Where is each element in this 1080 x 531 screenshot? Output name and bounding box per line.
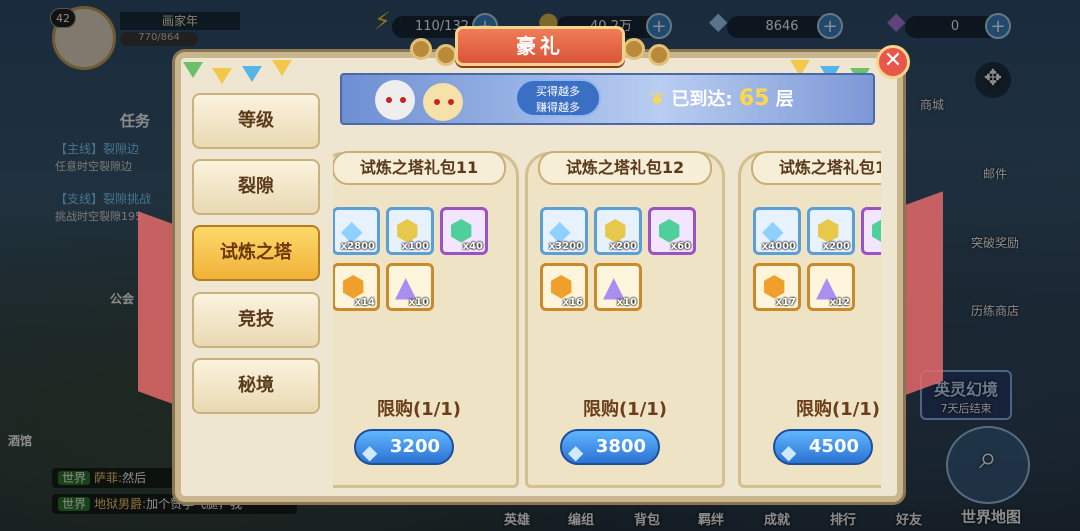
close-icon: ✕ [883, 48, 903, 73]
gift-card-title: 试炼之塔礼包11 [333, 151, 506, 185]
ore-icon: ⬢ [341, 270, 366, 303]
diamond-icon: ◆ [362, 440, 378, 464]
gift-card: 试炼之塔礼包13 ◆x4000 ⬢x200 ⬢x80 ⬢x17 ▲x12 限购(… [738, 151, 881, 488]
close-button[interactable]: ✕ [876, 45, 910, 79]
bunting-flag [183, 62, 203, 78]
amber-ore-item[interactable]: ⬢ x16 [540, 263, 588, 311]
reached-prefix: 已到达: [671, 89, 733, 110]
promo-line-2: 赚得越多 [536, 101, 580, 114]
item-count: x200 [609, 241, 637, 252]
characters-illustration [375, 80, 463, 121]
bunting-flag [242, 66, 262, 82]
gear-icon [410, 38, 432, 60]
item-count: x4000 [761, 241, 796, 252]
gear-icon [648, 44, 670, 66]
diamond-icon: ◆ [341, 214, 363, 247]
price: 3200 [389, 436, 440, 457]
diamond-icon: ◆ [549, 214, 571, 247]
gold-ore-item[interactable]: ⬢ x100 [386, 207, 434, 255]
ore-icon: ⬢ [549, 270, 574, 303]
buy-button[interactable]: ◆ 3800 [560, 429, 660, 465]
promo-bubble: 买得越多 赚得越多 [515, 79, 601, 117]
diamond-item[interactable]: ◆ x2800 [333, 207, 380, 255]
tab-level[interactable]: 等级 [192, 93, 320, 149]
crystal-cluster-icon: ▲ [816, 270, 838, 303]
item-count: x14 [354, 297, 375, 308]
ore-icon: ⬢ [762, 270, 787, 303]
amber-ore-item[interactable]: ⬢ x14 [333, 263, 380, 311]
reached-level-text: ❦ 已到达: 65 层 [650, 85, 850, 115]
dialog-title: 豪礼 [455, 26, 625, 66]
ore-icon: ⬢ [816, 214, 841, 247]
diamond-icon: ◆ [568, 440, 584, 464]
gift-card-title: 试炼之塔礼包12 [538, 151, 712, 185]
crystal-cluster-icon: ▲ [603, 270, 625, 303]
gift-card: 试炼之塔礼包11 ◆ x2800 ⬢ x100 ⬢ x40 ⬢ x14 ▲ x10 限购(… [333, 151, 519, 488]
laurel-icon: ❦ [650, 89, 666, 110]
item-count: x16 [562, 297, 583, 308]
diamond-icon: ◆ [781, 440, 797, 464]
crystal-item[interactable]: ▲ x10 [594, 263, 642, 311]
gift-card-title: 试炼之塔礼包13 [751, 151, 881, 185]
gift-card: 试炼之塔礼包12 ◆ x3200 ⬢ x200 ⬢ x60 ⬢ x16 ▲ x10 限购(… [525, 151, 725, 488]
jade-ore-item[interactable]: ⬢x80 [861, 207, 881, 255]
price: 3800 [595, 436, 646, 457]
ore-icon: ⬢ [395, 214, 420, 247]
item-count: x200 [822, 241, 850, 252]
diamond-icon: ◆ [762, 214, 784, 247]
item-count: x17 [775, 297, 796, 308]
gold-ore-item[interactable]: ⬢ x200 [807, 207, 855, 255]
item-count: x10 [616, 297, 637, 308]
crystal-cluster-icon: ▲ [395, 270, 417, 303]
gear-icon [435, 44, 457, 66]
purchase-limit: 限购(1/1) [795, 399, 881, 420]
diamond-item[interactable]: ◆ x4000 [753, 207, 801, 255]
item-count: x3200 [548, 241, 583, 252]
item-count: x10 [408, 297, 429, 308]
reached-level: 65 [738, 86, 770, 111]
ore-icon: ⬢ [449, 214, 474, 247]
banner-characters [365, 76, 475, 122]
promo-line-1: 买得越多 [536, 85, 580, 98]
diamond-item[interactable]: ◆ x3200 [540, 207, 588, 255]
item-count: x100 [401, 241, 429, 252]
item-count: x60 [670, 241, 691, 252]
tab-arena[interactable]: 竞技 [192, 292, 320, 348]
price: 4500 [808, 436, 859, 457]
tab-rift[interactable]: 裂隙 [192, 159, 320, 215]
amber-ore-item[interactable]: ⬢ x17 [753, 263, 801, 311]
ore-icon: ⬢ [603, 214, 628, 247]
buy-button[interactable]: ◆ 4500 [773, 429, 873, 465]
buy-button[interactable]: ◆ 3200 [354, 429, 454, 465]
item-count: x2800 [340, 241, 375, 252]
jade-ore-item[interactable]: ⬢ x40 [440, 207, 488, 255]
tab-secret-realm[interactable]: 秘境 [192, 358, 320, 414]
reached-suffix: 层 [775, 89, 794, 110]
purchase-limit: 限购(1/1) [582, 399, 668, 420]
item-count: x12 [829, 297, 850, 308]
jade-ore-item[interactable]: ⬢ x60 [648, 207, 696, 255]
purchase-limit: 限购(1/1) [376, 399, 462, 420]
tab-trial-tower[interactable]: 试炼之塔 [192, 225, 320, 281]
ore-icon: ⬢ [870, 214, 881, 247]
crystal-item[interactable]: ▲ x10 [386, 263, 434, 311]
gold-ore-item[interactable]: ⬢ x200 [594, 207, 642, 255]
crystal-item[interactable]: ▲ x12 [807, 263, 855, 311]
ore-icon: ⬢ [657, 214, 682, 247]
bunting-flag [272, 60, 292, 76]
item-count: x40 [462, 241, 483, 252]
gift-pack-list[interactable]: 试炼之塔礼包11 ◆ x2800 ⬢ x100 ⬢ x40 ⬢ x14 ▲ x10 限购(… [333, 134, 881, 490]
gear-icon [623, 38, 645, 60]
bunting-flag [212, 68, 232, 84]
